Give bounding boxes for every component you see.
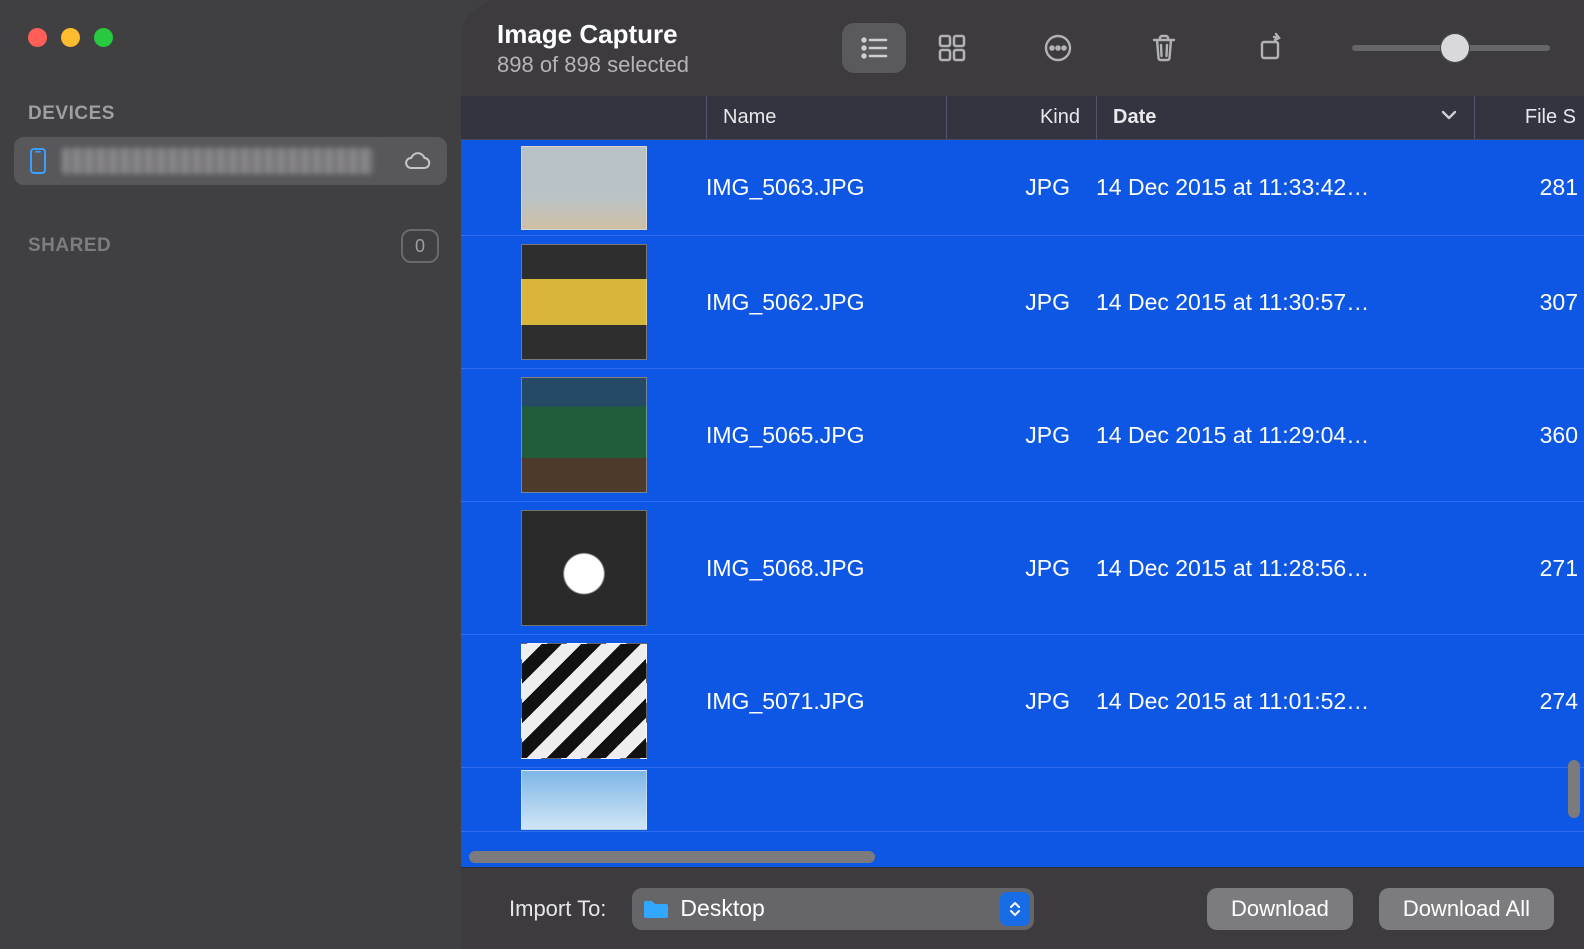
- download-button[interactable]: Download: [1207, 888, 1353, 930]
- cell-date: 14 Dec 2015 at 11:33:42…: [1096, 174, 1476, 201]
- thumbnail: [521, 377, 647, 493]
- column-file-size[interactable]: File S: [1474, 96, 1584, 139]
- table-row[interactable]: [461, 768, 1584, 832]
- cell-kind: JPG: [946, 422, 1096, 449]
- chevron-down-icon: [1440, 106, 1458, 130]
- close-window-button[interactable]: [28, 28, 47, 47]
- rotate-button[interactable]: [1238, 23, 1302, 73]
- cell-size: 281: [1476, 174, 1584, 201]
- delete-button[interactable]: [1132, 23, 1196, 73]
- column-kind[interactable]: Kind: [946, 96, 1096, 139]
- thumbnail: [521, 244, 647, 360]
- download-all-button[interactable]: Download All: [1379, 888, 1554, 930]
- thumbnail: [521, 770, 647, 830]
- devices-section-label: DEVICES: [0, 47, 461, 137]
- table-row[interactable]: IMG_5063.JPG JPG 14 Dec 2015 at 11:33:42…: [461, 140, 1584, 236]
- column-date-label: Date: [1113, 106, 1156, 129]
- cell-kind: JPG: [946, 555, 1096, 582]
- cell-date: 14 Dec 2015 at 11:30:57…: [1096, 289, 1476, 316]
- thumbnail: [521, 643, 647, 759]
- cell-name: IMG_5068.JPG: [706, 555, 946, 582]
- sidebar: DEVICES SHARED 0: [0, 0, 461, 949]
- fullscreen-window-button[interactable]: [94, 28, 113, 47]
- cell-date: 14 Dec 2015 at 11:01:52…: [1096, 688, 1476, 715]
- cell-size: 360: [1476, 422, 1584, 449]
- import-to-label: Import To:: [509, 896, 606, 922]
- iphone-icon: [30, 148, 46, 174]
- import-destination-dropdown[interactable]: Desktop: [632, 888, 1034, 930]
- device-name-redacted: [62, 148, 373, 174]
- column-name[interactable]: Name: [706, 96, 946, 139]
- column-date[interactable]: Date: [1096, 96, 1474, 139]
- cell-kind: JPG: [946, 688, 1096, 715]
- minimize-window-button[interactable]: [61, 28, 80, 47]
- shared-count-badge: 0: [401, 229, 439, 263]
- table-row[interactable]: IMG_5062.JPG JPG 14 Dec 2015 at 11:30:57…: [461, 236, 1584, 369]
- cell-date: 14 Dec 2015 at 11:29:04…: [1096, 422, 1476, 449]
- table-body: IMG_5063.JPG JPG 14 Dec 2015 at 11:33:42…: [461, 140, 1584, 867]
- cell-name: IMG_5063.JPG: [706, 174, 946, 201]
- cell-kind: JPG: [946, 289, 1096, 316]
- more-actions-button[interactable]: [1026, 23, 1090, 73]
- horizontal-scrollbar[interactable]: [469, 851, 875, 863]
- cell-size: 307: [1476, 289, 1584, 316]
- cell-name: IMG_5062.JPG: [706, 289, 946, 316]
- cell-kind: JPG: [946, 174, 1096, 201]
- cloud-icon: [403, 151, 431, 171]
- grid-view-button[interactable]: [920, 23, 984, 73]
- cell-date: 14 Dec 2015 at 11:28:56…: [1096, 555, 1476, 582]
- window-controls: [0, 0, 461, 47]
- table-row[interactable]: IMG_5065.JPG JPG 14 Dec 2015 at 11:29:04…: [461, 369, 1584, 502]
- thumbnail: [521, 146, 647, 230]
- device-item[interactable]: [14, 137, 447, 185]
- dropdown-stepper-icon: [1000, 892, 1030, 926]
- table-row[interactable]: IMG_5068.JPG JPG 14 Dec 2015 at 11:28:56…: [461, 502, 1584, 635]
- cell-size: 274: [1476, 688, 1584, 715]
- app-title: Image Capture: [497, 19, 689, 50]
- zoom-slider[interactable]: [1352, 45, 1550, 51]
- folder-icon: [642, 898, 670, 920]
- cell-size: 271: [1476, 555, 1584, 582]
- list-view-button[interactable]: [842, 23, 906, 73]
- table-header: Name Kind Date File S: [461, 96, 1584, 140]
- toolbar: Image Capture 898 of 898 selected: [461, 0, 1584, 96]
- main-pane: Image Capture 898 of 898 selected: [461, 0, 1584, 949]
- import-destination-value: Desktop: [680, 895, 990, 922]
- table-row[interactable]: IMG_5071.JPG JPG 14 Dec 2015 at 11:01:52…: [461, 635, 1584, 768]
- thumbnail: [521, 510, 647, 626]
- zoom-slider-knob[interactable]: [1440, 33, 1470, 63]
- selection-count: 898 of 898 selected: [497, 52, 689, 78]
- cell-name: IMG_5071.JPG: [706, 688, 946, 715]
- cell-name: IMG_5065.JPG: [706, 422, 946, 449]
- shared-section-label: SHARED: [28, 235, 111, 257]
- footer-bar: Import To: Desktop Download Download All: [461, 867, 1584, 949]
- vertical-scrollbar[interactable]: [1568, 760, 1580, 818]
